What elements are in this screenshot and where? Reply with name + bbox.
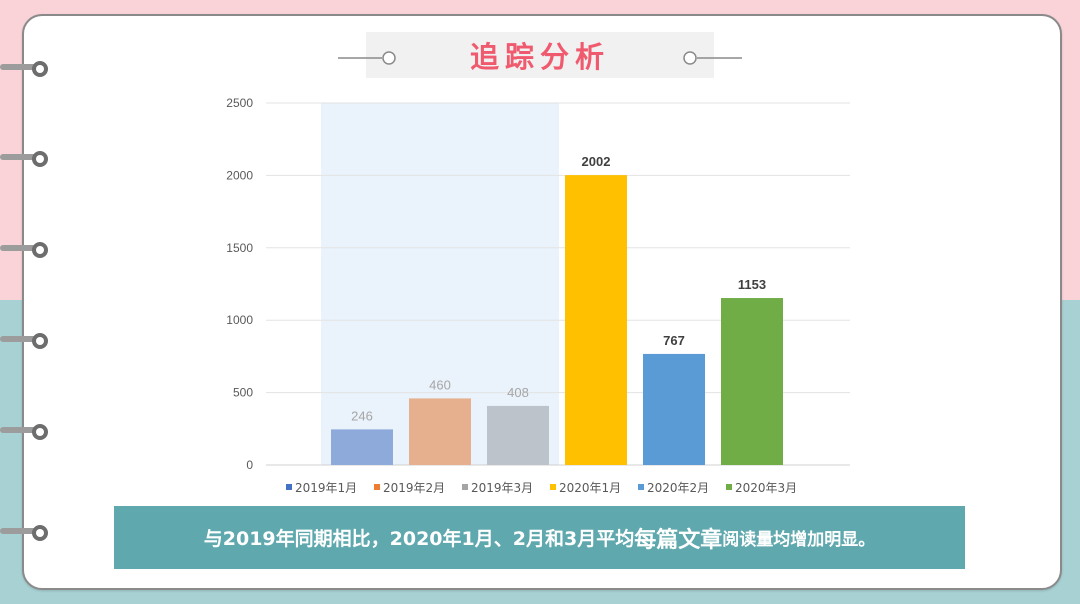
bar bbox=[565, 175, 627, 465]
legend-swatch bbox=[374, 484, 380, 490]
legend-swatch bbox=[286, 484, 292, 490]
summary-text-part2: 阅读量均增加明显。 bbox=[722, 530, 876, 550]
bar bbox=[721, 298, 783, 465]
bar bbox=[487, 405, 549, 465]
data-label: 1153 bbox=[738, 277, 766, 292]
legend-swatch bbox=[638, 484, 644, 490]
legend-item: 2020年2月 bbox=[647, 481, 709, 495]
y-tick-label: 0 bbox=[246, 458, 253, 472]
data-label: 2002 bbox=[582, 154, 611, 169]
y-tick-label: 1500 bbox=[226, 241, 253, 255]
legend-item: 2019年2月 bbox=[383, 481, 445, 495]
legend-item: 2020年1月 bbox=[559, 481, 621, 495]
legend-swatch bbox=[550, 484, 556, 490]
data-label: 460 bbox=[429, 377, 451, 392]
bar bbox=[643, 353, 705, 465]
legend-item: 2019年1月 bbox=[295, 481, 357, 495]
summary-text-emphasis: 每篇文章 bbox=[634, 527, 723, 553]
data-label: 408 bbox=[507, 385, 529, 400]
legend-item: 2019年3月 bbox=[471, 481, 533, 495]
y-tick-label: 2000 bbox=[226, 168, 253, 182]
bar bbox=[409, 398, 471, 465]
data-label: 767 bbox=[663, 333, 685, 348]
summary-banner: 与2019年同期相比，2020年1月、2月和3月平均 每篇文章 阅读量均增加明显。 bbox=[114, 506, 965, 569]
summary-text-part1: 与2019年同期相比，2020年1月、2月和3月平均 bbox=[203, 528, 635, 550]
y-tick-label: 500 bbox=[233, 386, 253, 400]
bar bbox=[331, 429, 393, 465]
data-label: 246 bbox=[351, 408, 373, 423]
legend-swatch bbox=[462, 484, 468, 490]
legend-swatch bbox=[726, 484, 732, 490]
legend-item: 2020年3月 bbox=[735, 481, 797, 495]
y-tick-label: 2500 bbox=[226, 96, 253, 110]
y-tick-label: 1000 bbox=[226, 313, 253, 327]
